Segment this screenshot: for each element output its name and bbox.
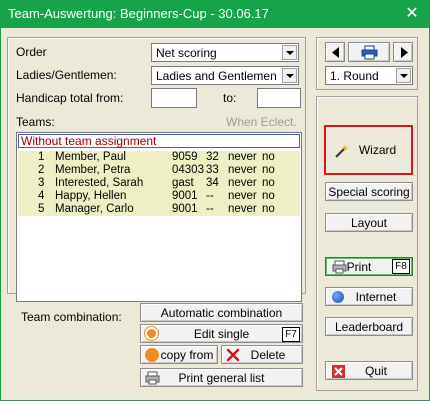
row-number: 4	[38, 190, 45, 202]
teams-list[interactable]: Without team assignment 1 Member, Paul 9…	[16, 132, 302, 302]
row-number: 5	[38, 203, 45, 215]
row-status: never	[228, 177, 257, 189]
row-flag: no	[262, 177, 275, 189]
round-select[interactable]: 1. Round	[325, 66, 413, 85]
edit-single-button[interactable]: Edit single F7	[140, 324, 303, 343]
ladies-select[interactable]: Ladies and Gentlemen	[151, 66, 299, 85]
round-select-value: 1. Round	[330, 69, 379, 83]
list-header-without-team[interactable]: Without team assignment	[18, 134, 300, 148]
teams-label: Teams:	[16, 115, 55, 129]
wizard-label: Wizard	[358, 143, 397, 157]
title-bar: Team-Auswertung: Beginners-Cup - 30.06.1…	[0, 0, 430, 28]
row-flag: no	[262, 164, 275, 176]
team-combination-label: Team combination:	[21, 310, 122, 324]
list-item[interactable]: 3 Interested, Sarah gast 34 never no	[18, 177, 300, 190]
edit-single-label: Edit single	[193, 326, 250, 341]
row-hcp: --	[206, 190, 214, 202]
print-label: Print	[346, 259, 372, 274]
row-number: 1	[38, 151, 45, 163]
leaderboard-label: Leaderboard	[334, 319, 404, 334]
row-status: never	[228, 151, 257, 163]
chevron-down-icon[interactable]	[282, 45, 297, 60]
arrow-left-icon	[332, 47, 339, 58]
ladies-select-value: Ladies and Gentlemen	[156, 69, 277, 83]
handicap-to-input[interactable]	[257, 88, 301, 108]
print-button[interactable]: Print F8	[325, 257, 413, 276]
handicap-from-input[interactable]	[151, 88, 197, 108]
special-scoring-button[interactable]: Special scoring	[325, 182, 413, 201]
delete-button[interactable]: Delete	[221, 345, 303, 364]
print-general-list-button[interactable]: Print general list	[140, 368, 303, 387]
internet-label: Internet	[355, 289, 397, 304]
when-eclect-label: When Eclect.	[226, 115, 297, 129]
order-select-value: Net scoring	[156, 46, 217, 60]
row-id: 04303	[172, 164, 204, 176]
window-title: Team-Auswertung: Beginners-Cup - 30.06.1…	[8, 6, 269, 21]
quit-button[interactable]: Quit	[325, 361, 413, 380]
row-hcp: 34	[206, 177, 219, 189]
row-number: 3	[38, 177, 45, 189]
row-name: Happy, Hellen	[55, 190, 127, 202]
row-status: never	[228, 190, 257, 202]
copy-from-button[interactable]: copy from	[140, 345, 218, 364]
row-name: Manager, Carlo	[55, 203, 134, 215]
row-hcp: 33	[206, 164, 219, 176]
row-id: 9059	[172, 151, 198, 163]
row-name: Member, Paul	[55, 151, 126, 163]
row-flag: no	[262, 190, 275, 202]
row-id: 9001	[172, 190, 198, 202]
internet-button[interactable]: Internet	[325, 287, 413, 306]
row-name: Interested, Sarah	[55, 177, 144, 189]
client-area: Order Net scoring Ladies/Gentlemen: Ladi…	[1, 28, 429, 400]
layout-button[interactable]: Layout	[325, 213, 413, 232]
quit-label: Quit	[364, 363, 387, 378]
row-status: never	[228, 164, 257, 176]
automatic-combination-button[interactable]: Automatic combination	[140, 303, 303, 322]
to-label: to:	[223, 91, 237, 105]
special-scoring-label: Special scoring	[328, 184, 410, 199]
order-label: Order	[16, 45, 47, 59]
chevron-down-icon[interactable]	[396, 68, 411, 83]
next-button[interactable]	[393, 42, 413, 62]
row-number: 2	[38, 164, 45, 176]
f8-key-badge: F8	[392, 259, 410, 274]
row-name: Member, Petra	[55, 164, 131, 176]
app-window: Team-Auswertung: Beginners-Cup - 30.06.1…	[0, 0, 430, 401]
wizard-button[interactable]: Wizard	[328, 130, 409, 170]
list-item[interactable]: 4 Happy, Hellen 9001 -- never no	[18, 190, 300, 203]
ladies-label: Ladies/Gentlemen:	[16, 68, 117, 82]
order-select[interactable]: Net scoring	[151, 43, 299, 62]
copy-from-label: copy from	[160, 347, 214, 362]
row-flag: no	[262, 203, 275, 215]
handicap-label: Handicap total from:	[16, 91, 124, 105]
f7-key-badge: F7	[282, 327, 300, 342]
row-hcp: --	[206, 203, 214, 215]
row-hcp: 32	[206, 151, 219, 163]
automatic-combination-label: Automatic combination	[160, 305, 283, 320]
row-flag: no	[262, 151, 275, 163]
list-item[interactable]: 5 Manager, Carlo 9001 -- never no	[18, 203, 300, 216]
close-button[interactable]: ✕	[402, 4, 422, 24]
delete-label: Delete	[250, 347, 286, 362]
arrow-right-icon	[401, 47, 408, 58]
row-id: gast	[172, 177, 194, 189]
layout-label: Layout	[350, 215, 388, 230]
list-item[interactable]: 1 Member, Paul 9059 32 never no	[18, 151, 300, 164]
leaderboard-button[interactable]: Leaderboard	[325, 317, 413, 336]
print-round-button[interactable]	[348, 42, 390, 62]
print-general-list-label: Print general list	[178, 370, 265, 385]
list-item[interactable]: 2 Member, Petra 04303 33 never no	[18, 164, 300, 177]
row-id: 9001	[172, 203, 198, 215]
previous-button[interactable]	[325, 42, 345, 62]
printer-icon	[361, 45, 378, 60]
chevron-down-icon[interactable]	[282, 68, 297, 83]
row-status: never	[228, 203, 257, 215]
